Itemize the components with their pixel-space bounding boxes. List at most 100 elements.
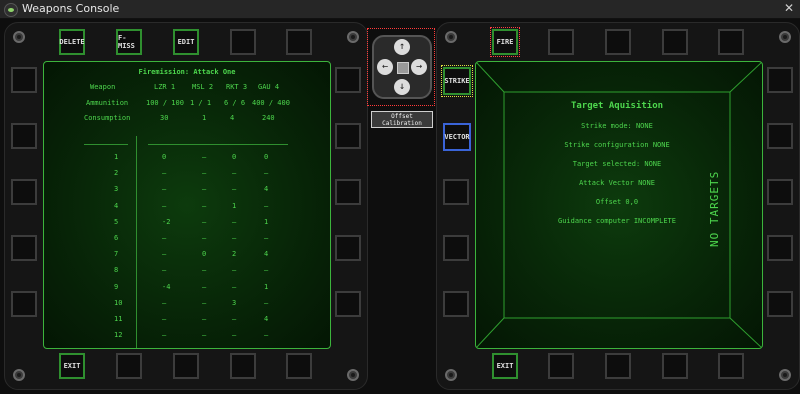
osb-right-3[interactable] <box>335 179 361 205</box>
osb-right-2[interactable] <box>335 123 361 149</box>
osb-top-5[interactable] <box>286 29 312 55</box>
osb-bottom-5[interactable] <box>286 353 312 379</box>
cell-rkt: – <box>232 315 237 323</box>
screw-icon <box>779 369 791 381</box>
edit-button[interactable]: EDIT <box>173 29 199 55</box>
cell-rkt: 1 <box>232 201 237 210</box>
osb-right-4[interactable] <box>335 235 361 261</box>
cell-rkt: – <box>232 185 237 194</box>
osb-left-4[interactable] <box>443 235 469 261</box>
cell-msl: – <box>202 169 207 178</box>
cell-lzr: – <box>162 250 167 259</box>
ammo-gau: 400 / 400 <box>252 99 290 107</box>
cell-rkt: 2 <box>232 250 237 259</box>
osb-left-4[interactable] <box>11 235 37 261</box>
vector-button[interactable]: VECTOR <box>443 123 471 151</box>
cell-gau: – <box>264 331 269 340</box>
osb-right-1[interactable] <box>767 67 793 93</box>
fire-button[interactable]: FIRE <box>490 27 520 57</box>
guidance-text: Guidance computer INCOMPLETE <box>557 217 676 225</box>
offset-text: Offset 0,0 <box>595 198 639 206</box>
firemission-screen: Firemission: Attack One Weapon LZR 1 MSL… <box>43 61 331 349</box>
osb-bottom-3[interactable] <box>173 353 199 379</box>
osb-left-2[interactable] <box>11 123 37 149</box>
arrow-right-button[interactable]: → <box>411 59 427 75</box>
cell-msl: – <box>202 298 207 307</box>
osb-right-4[interactable] <box>767 235 793 261</box>
cell-msl: – <box>202 331 207 340</box>
target-title: Target Aquisition <box>570 101 664 111</box>
screw-icon <box>347 31 359 43</box>
ammo-lzr: 100 / 100 <box>146 99 184 107</box>
osb-left-3[interactable] <box>443 179 469 205</box>
consumption-msl: 1 <box>202 114 207 122</box>
f-miss-button[interactable]: F-MISS <box>116 29 142 55</box>
cell-lzr: 0 <box>162 153 167 161</box>
osb-left-5[interactable] <box>11 291 37 317</box>
arrow-down-button[interactable]: ↓ <box>394 79 410 95</box>
row-index: 5 <box>114 217 119 226</box>
cell-lzr: – <box>162 315 167 323</box>
osb-bottom-4[interactable] <box>662 353 688 379</box>
center-square-button[interactable] <box>397 62 409 74</box>
osb-right-5[interactable] <box>335 291 361 317</box>
row-index: 12 <box>114 331 123 340</box>
osb-left-1[interactable] <box>11 67 37 93</box>
strike-button[interactable]: STRIKE <box>441 65 473 97</box>
delete-button[interactable]: DELETE <box>59 29 85 55</box>
arrow-left-button[interactable]: ← <box>377 59 393 75</box>
row-index: 9 <box>114 282 119 291</box>
cell-gau: 4 <box>264 185 269 194</box>
osb-top-2[interactable] <box>548 29 574 55</box>
osb-left-5[interactable] <box>443 291 469 317</box>
offset-calibration-button[interactable]: Offset Calibration <box>371 111 433 128</box>
cell-gau: – <box>264 234 269 242</box>
osb-bottom-2[interactable] <box>548 353 574 379</box>
arrow-up-button[interactable]: ↑ <box>394 39 410 55</box>
osb-left-3[interactable] <box>11 179 37 205</box>
cell-gau: – <box>264 266 269 275</box>
osb-right-1[interactable] <box>335 67 361 93</box>
header-weapon: Weapon <box>90 83 116 91</box>
cell-rkt: – <box>232 234 237 242</box>
exit-button[interactable]: EXIT <box>492 353 518 379</box>
row-index: 8 <box>114 266 119 275</box>
osb-top-4[interactable] <box>662 29 688 55</box>
osb-bottom-3[interactable] <box>605 353 631 379</box>
osb-right-5[interactable] <box>767 291 793 317</box>
app-eye-icon <box>4 3 18 17</box>
close-button[interactable]: ✕ <box>784 1 794 15</box>
cell-lzr: – <box>162 234 167 242</box>
ammo-rkt: 6 / 6 <box>224 99 246 107</box>
osb-top-3[interactable] <box>605 29 631 55</box>
strike-config-text: Strike configuration NONE <box>564 141 670 149</box>
cell-lzr: -4 <box>162 282 171 291</box>
cell-msl: – <box>202 185 207 194</box>
osb-bottom-2[interactable] <box>116 353 142 379</box>
cell-gau: 1 <box>264 217 269 226</box>
osb-bottom-5[interactable] <box>718 353 744 379</box>
osb-right-3[interactable] <box>767 179 793 205</box>
consumption-rkt: 4 <box>230 114 235 122</box>
screw-icon <box>779 31 791 43</box>
dpad: ↑ ← → ↓ <box>372 35 432 99</box>
header-rkt: RKT 3 <box>226 83 248 91</box>
osb-right-2[interactable] <box>767 123 793 149</box>
row-index: 4 <box>114 201 119 210</box>
attack-vector-text: Attack Vector NONE <box>579 179 655 187</box>
cell-lzr: – <box>162 331 167 340</box>
right-mfd-panel: FIRE EXIT STRIKE VECTOR Target Aquisitio… <box>436 22 800 390</box>
osb-bottom-4[interactable] <box>230 353 256 379</box>
osb-top-4[interactable] <box>230 29 256 55</box>
left-mfd-panel: DELETE F-MISS EDIT EXIT Firemission: Att… <box>4 22 368 390</box>
cell-gau: – <box>264 298 269 307</box>
screen-title: Firemission: Attack One <box>138 68 236 76</box>
cell-rkt: – <box>232 331 237 340</box>
divider <box>148 144 288 145</box>
cell-msl: – <box>202 266 207 275</box>
exit-button[interactable]: EXIT <box>59 353 85 379</box>
row-index: 11 <box>114 315 123 323</box>
row-index: 7 <box>114 250 119 259</box>
header-gau: GAU 4 <box>258 83 280 91</box>
osb-top-5[interactable] <box>718 29 744 55</box>
